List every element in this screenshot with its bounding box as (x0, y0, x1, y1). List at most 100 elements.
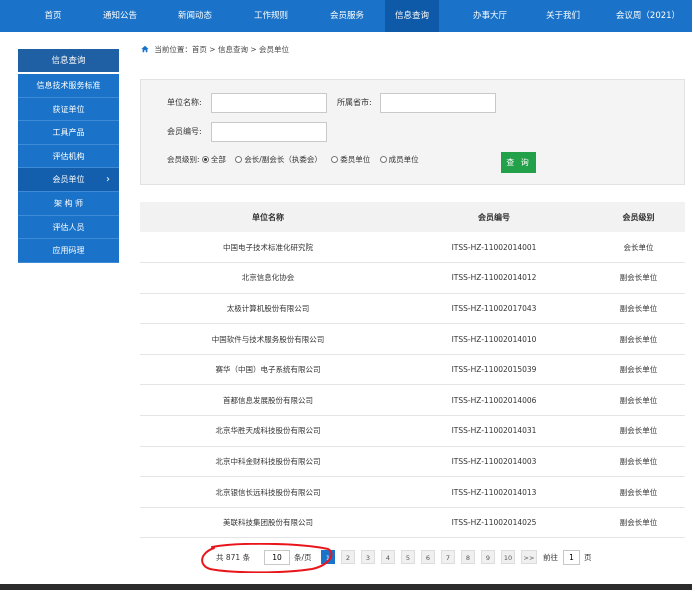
cell-unit-name: 北京信息化协会 (140, 262, 396, 294)
bottom-bar (0, 584, 692, 590)
table-row: 太极计算机股份有限公司 ITSS-HZ-11002017043 副会长单位 (140, 293, 685, 325)
table-row: 赛华（中国）电子系统有限公司 ITSS-HZ-11002015039 副会长单位 (140, 354, 685, 386)
search-filter-panel: 单位名称: 所属省市: 会员编号: 会员级别: 全部 会长/副会长（执委会） 委… (140, 79, 685, 185)
cell-member-no: ITSS-HZ-11002014025 (396, 507, 592, 539)
nav-item-about-us[interactable]: 关于我们 (538, 0, 588, 32)
sidebar-item-label: 会员单位 (52, 175, 85, 185)
table-row: 中国软件与技术服务股份有限公司 ITSS-HZ-11002014010 副会长单位 (140, 323, 685, 355)
cell-member-no: ITSS-HZ-11002015039 (396, 354, 592, 386)
radio-unchecked-icon (331, 156, 339, 163)
goto-page-input[interactable] (563, 550, 580, 565)
radio-level-president[interactable]: 会长/副会长（执委会） (235, 154, 322, 165)
radio-unchecked-icon (235, 156, 243, 163)
cell-member-level: 副会长单位 (592, 293, 685, 325)
sidebar-item-tool-products[interactable]: 工具产品 (18, 121, 119, 145)
table-row: 美联科技集团股份有限公司 ITSS-HZ-11002014025 副会长单位 (140, 507, 685, 539)
cell-member-level: 会长单位 (592, 232, 685, 264)
chevron-right-icon: › (106, 174, 110, 186)
cell-unit-name: 赛华（中国）电子系统有限公司 (140, 354, 396, 386)
column-header-unit-name: 单位名称 (140, 202, 396, 232)
sidebar-title: 信息查询 (18, 49, 119, 74)
cell-member-no: ITSS-HZ-11002014012 (396, 262, 592, 294)
sidebar-item-it-service-standard[interactable]: 信息技术服务标准 (18, 74, 119, 98)
sidebar: 信息查询 信息技术服务标准 获证单位 工具产品 评估机构 会员单位 › 架 构 … (18, 49, 119, 263)
sidebar-item-app-code[interactable]: 应用码理 (18, 239, 119, 263)
cell-unit-name: 北京中科金财科技股份有限公司 (140, 446, 396, 478)
radio-label: 成员单位 (388, 155, 419, 164)
nav-item-notices[interactable]: 通知公告 (95, 0, 145, 32)
red-annotation-circle (201, 543, 333, 573)
cell-unit-name: 北京华胜天成科技股份有限公司 (140, 415, 396, 447)
nav-item-info-query[interactable]: 信息查询 (385, 0, 439, 32)
nav-item-conference-week[interactable]: 会议周（2021） (612, 0, 684, 32)
table-row: 北京信息化协会 ITSS-HZ-11002014012 副会长单位 (140, 262, 685, 294)
unit-name-label: 单位名称: (167, 98, 202, 107)
province-input[interactable] (380, 93, 496, 113)
sidebar-item-architects[interactable]: 架 构 师 (18, 191, 119, 216)
cell-member-no: ITSS-HZ-11002017043 (396, 293, 592, 325)
cell-member-level: 副会长单位 (592, 476, 685, 508)
page-9-button[interactable]: 9 (481, 550, 495, 564)
page-3-button[interactable]: 3 (361, 550, 375, 564)
page-6-button[interactable]: 6 (421, 550, 435, 564)
nav-item-home[interactable]: 首页 (30, 0, 76, 32)
cell-member-no: ITSS-HZ-11002014031 (396, 415, 592, 447)
cell-unit-name: 中国电子技术标准化研究院 (140, 232, 396, 264)
nav-item-member-services[interactable]: 会员服务 (322, 0, 372, 32)
table-row: 北京华胜天成科技股份有限公司 ITSS-HZ-11002014031 副会长单位 (140, 415, 685, 447)
table-row: 北京银信长远科技股份有限公司 ITSS-HZ-11002014013 副会长单位 (140, 476, 685, 508)
breadcrumb: 当前位置：首页 > 信息查询 > 会员单位 (141, 44, 289, 55)
member-no-label: 会员编号: (167, 127, 202, 136)
radio-level-member[interactable]: 成员单位 (379, 154, 419, 165)
cell-member-no: ITSS-HZ-11002014013 (396, 476, 592, 508)
cell-member-level: 副会长单位 (592, 446, 685, 478)
cell-member-level: 副会长单位 (592, 354, 685, 386)
unit-name-input[interactable] (211, 93, 327, 113)
radio-label: 全部 (210, 155, 226, 164)
radio-unchecked-icon (379, 156, 387, 163)
next-pages-button[interactable]: >> (521, 550, 537, 564)
page-suffix-label: 页 (584, 553, 592, 562)
table-row: 首都信息发展股份有限公司 ITSS-HZ-11002014006 副会长单位 (140, 384, 685, 417)
nav-item-rules[interactable]: 工作规则 (246, 0, 296, 32)
nav-item-news[interactable]: 新闻动态 (170, 0, 220, 32)
cell-member-level: 副会长单位 (592, 384, 685, 417)
member-no-input[interactable] (211, 122, 327, 142)
column-header-member-level: 会员级别 (592, 202, 685, 232)
member-level-label: 会员级别: (167, 155, 200, 164)
table-row: 中国电子技术标准化研究院 ITSS-HZ-11002014001 会长单位 (140, 232, 685, 264)
goto-label: 前往 (543, 553, 558, 562)
cell-member-no: ITSS-HZ-11002014003 (396, 446, 592, 478)
page-10-button[interactable]: 10 (501, 550, 515, 564)
cell-unit-name: 北京银信长远科技股份有限公司 (140, 476, 396, 508)
cell-member-level: 副会长单位 (592, 507, 685, 539)
cell-member-level: 副会长单位 (592, 262, 685, 294)
table-header-row: 单位名称 会员编号 会员级别 (140, 202, 685, 232)
cell-unit-name: 首都信息发展股份有限公司 (140, 384, 396, 417)
nav-item-service-hall[interactable]: 办事大厅 (465, 0, 515, 32)
table-row: 北京中科金财科技股份有限公司 ITSS-HZ-11002014003 副会长单位 (140, 446, 685, 478)
cell-member-no: ITSS-HZ-11002014010 (396, 323, 592, 355)
sidebar-item-assessors[interactable]: 评估人员 (18, 215, 119, 240)
radio-level-all[interactable]: 全部 (201, 154, 226, 165)
cell-member-level: 副会长单位 (592, 415, 685, 447)
top-nav-bar: 首页 通知公告 新闻动态 工作规则 会员服务 信息查询 办事大厅 关于我们 会议… (0, 0, 692, 32)
radio-level-committee[interactable]: 委员单位 (331, 154, 370, 165)
radio-checked-icon (201, 156, 209, 163)
cell-unit-name: 太极计算机股份有限公司 (140, 293, 396, 325)
sidebar-item-member-units[interactable]: 会员单位 › (18, 168, 119, 192)
sidebar-item-assessment-orgs[interactable]: 评估机构 (18, 144, 119, 169)
page-2-button[interactable]: 2 (341, 550, 355, 564)
page-5-button[interactable]: 5 (401, 550, 415, 564)
page-8-button[interactable]: 8 (461, 550, 475, 564)
cell-unit-name: 美联科技集团股份有限公司 (140, 507, 396, 539)
page-4-button[interactable]: 4 (381, 550, 395, 564)
cell-unit-name: 中国软件与技术服务股份有限公司 (140, 323, 396, 355)
breadcrumb-text: 当前位置：首页 > 信息查询 > 会员单位 (154, 45, 289, 54)
radio-label: 委员单位 (340, 155, 371, 164)
cell-member-no: ITSS-HZ-11002014001 (396, 232, 592, 264)
search-button[interactable]: 查 询 (501, 152, 536, 173)
member-units-table: 单位名称 会员编号 会员级别 中国电子技术标准化研究院 ITSS-HZ-11002… (140, 202, 685, 539)
page-7-button[interactable]: 7 (441, 550, 455, 564)
sidebar-item-certified-units[interactable]: 获证单位 (18, 97, 119, 122)
